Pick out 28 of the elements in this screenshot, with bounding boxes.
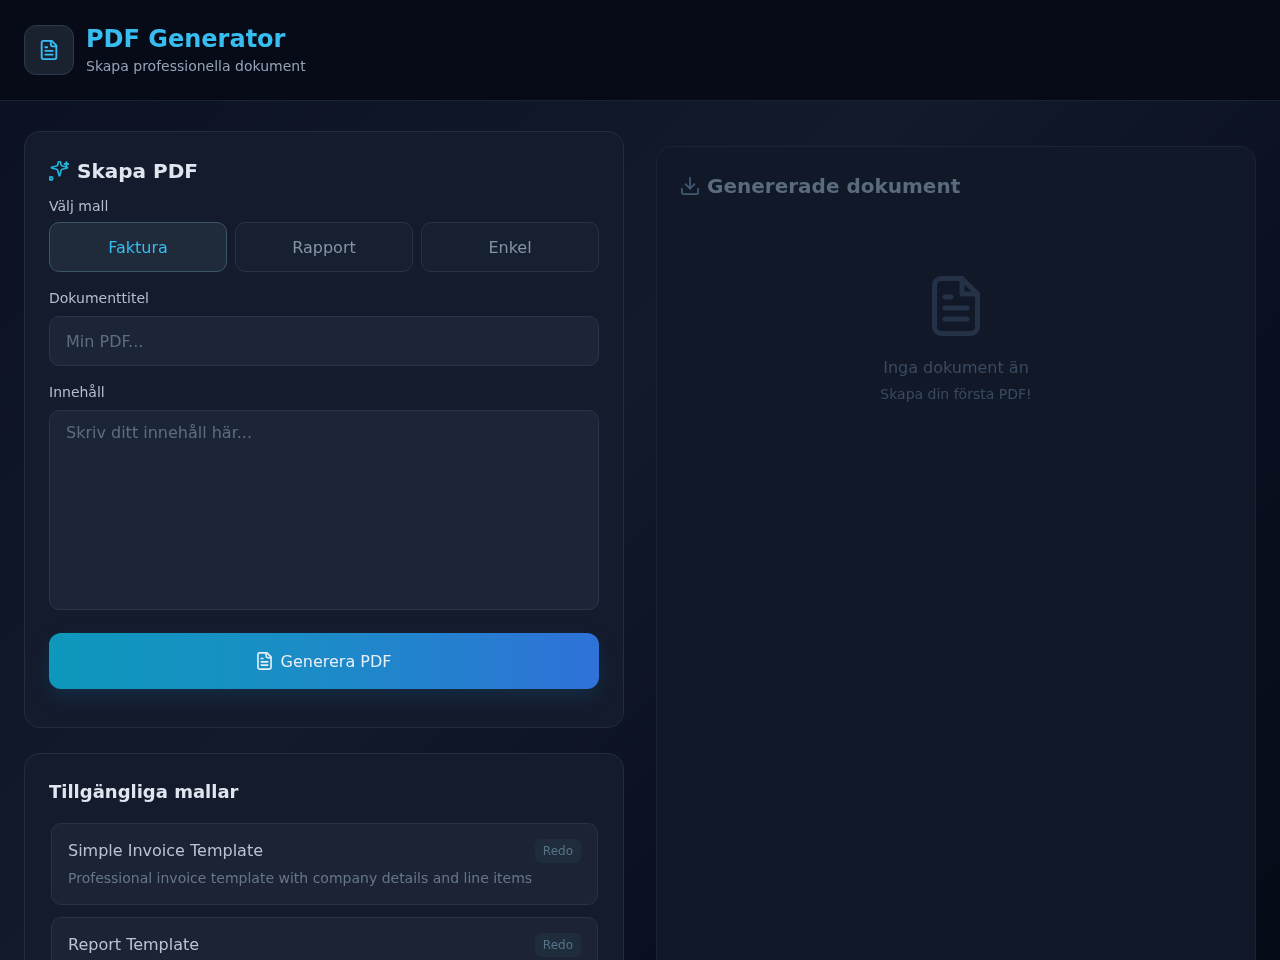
status-badge: Redo [534, 933, 581, 957]
template-description: Professional invoice template with company details and line items [68, 869, 534, 888]
template-list-item[interactable]: Report Template Redo [51, 917, 598, 960]
download-icon [681, 177, 699, 195]
empty-state-title: Inga dokument än [883, 357, 1029, 379]
card-title: Skapa PDF [77, 158, 198, 185]
generate-pdf-button[interactable]: Generera PDF [49, 633, 599, 689]
template-name: Simple Invoice Template [68, 840, 263, 862]
template-option[interactable]: Faktura [49, 222, 227, 272]
content-text-field[interactable]: Skriv ditt innehåll här... [49, 410, 599, 610]
app-subtitle: Skapa professionella dokument [86, 57, 306, 76]
document-icon [932, 276, 980, 336]
template-option[interactable]: Rapport [235, 222, 413, 272]
card-title: Tillgängliga mallar [49, 780, 240, 804]
title-input-field[interactable]: Min PDF... [49, 316, 599, 366]
field-label: Välj mall [49, 197, 110, 216]
template-option[interactable]: Enkel [421, 222, 599, 272]
status-badge: Redo [534, 839, 581, 863]
empty-state-hint: Skapa din första PDF! [880, 385, 1032, 404]
app-title: PDF Generator [86, 24, 287, 54]
template-name: Report Template [68, 934, 200, 956]
field-label: Innehåll [49, 383, 106, 402]
field-label: Dokumenttitel [49, 289, 150, 308]
card-title: Genererade dokument [707, 173, 961, 200]
sparkles-icon [49, 161, 69, 181]
document-icon [256, 652, 272, 670]
document-icon [24, 25, 74, 75]
template-list-item[interactable]: Simple Invoice Template Redo Professional invoice template with company details and line items [51, 823, 598, 905]
